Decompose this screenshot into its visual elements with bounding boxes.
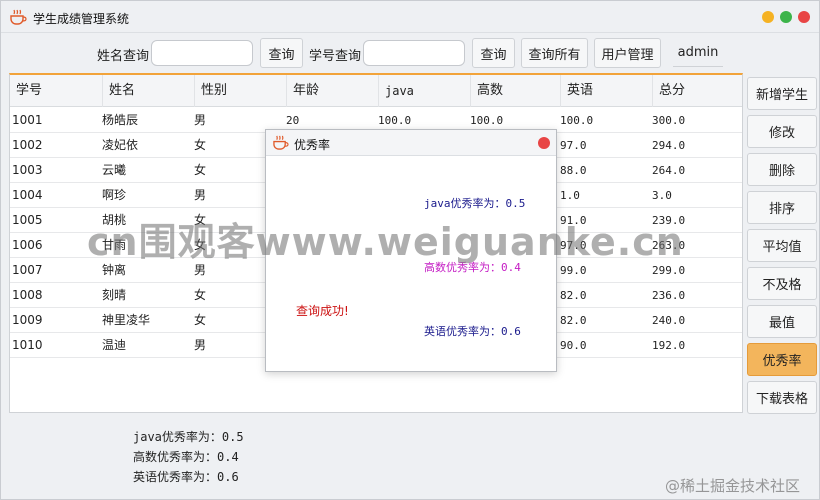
- id-query-input[interactable]: [363, 40, 465, 66]
- dialog-title: 优秀率: [294, 138, 331, 152]
- name-query-label: 姓名查询: [97, 49, 150, 64]
- minimize-button[interactable]: [762, 11, 774, 23]
- column-header-id[interactable]: 学号: [10, 75, 102, 107]
- cell-english: 97.0: [560, 139, 587, 152]
- column-header-total[interactable]: 总分: [652, 75, 742, 107]
- user-manage-button[interactable]: 用户管理: [594, 38, 661, 68]
- delete-button[interactable]: 删除: [747, 153, 817, 186]
- current-user-label: admin: [673, 39, 723, 67]
- column-header-gender[interactable]: 性别: [194, 75, 286, 107]
- status-text: 查询成功!: [296, 304, 349, 318]
- maximize-button[interactable]: [780, 11, 792, 23]
- dialog-title-bar: 优秀率: [266, 130, 556, 156]
- table-header: 学号 姓名 性别 年龄 java 高数 英语 总分: [10, 75, 742, 107]
- excellence-rate-button[interactable]: 优秀率: [747, 343, 817, 376]
- average-button[interactable]: 平均值: [747, 229, 817, 262]
- column-header-age[interactable]: 年龄: [286, 75, 378, 107]
- summary-english: 英语优秀率为：0.6: [133, 470, 239, 484]
- extremes-button[interactable]: 最值: [747, 305, 817, 338]
- sort-button[interactable]: 排序: [747, 191, 817, 224]
- cell-id: 1008: [12, 288, 43, 302]
- english-rate-label: 英语优秀率为：: [424, 325, 501, 338]
- cell-total: 3.0: [652, 189, 672, 202]
- add-student-button[interactable]: 新增学生: [747, 77, 817, 110]
- dialog-status-message: 查询成功!: [296, 302, 349, 319]
- cell-id: 1004: [12, 188, 43, 202]
- dialog-english-rate: 英语优秀率为：0.6: [424, 323, 521, 339]
- english-rate-value: 0.6: [501, 325, 521, 338]
- cell-id: 1001: [12, 113, 43, 127]
- cell-name: 凌妃依: [102, 138, 139, 152]
- summary-math: 高数优秀率为：0.4: [133, 450, 239, 464]
- cell-english: 82.0: [560, 314, 587, 327]
- java-rate-label: java优秀率为：: [424, 197, 506, 210]
- cell-id: 1002: [12, 138, 43, 152]
- cell-name: 云曦: [102, 163, 127, 177]
- cell-name: 温迪: [102, 338, 127, 352]
- cell-english: 82.0: [560, 289, 587, 302]
- cell-total: 264.0: [652, 164, 686, 177]
- watermark-text: cn围观客www.weiguanke.cn: [87, 220, 684, 264]
- edit-button[interactable]: 修改: [747, 115, 817, 148]
- name-query-input[interactable]: [151, 40, 253, 66]
- id-query-label: 学号查询: [309, 49, 362, 64]
- search-toolbar: 姓名查询 查询 学号查询 查询 查询所有 用户管理 admin: [1, 35, 819, 71]
- cell-name: 杨皓辰: [102, 113, 139, 127]
- coffee-cup-icon: [10, 9, 27, 25]
- summary-java: java优秀率为：0.5: [133, 430, 244, 444]
- download-table-button[interactable]: 下载表格: [747, 381, 817, 414]
- window-title: 学生成绩管理系统: [33, 12, 130, 26]
- cell-total: 294.0: [652, 139, 686, 152]
- column-header-java[interactable]: java: [378, 75, 470, 107]
- cell-id: 1003: [12, 163, 43, 177]
- corner-watermark: @稀土掘金技术社区: [665, 477, 801, 495]
- fail-list-button[interactable]: 不及格: [747, 267, 817, 300]
- cell-name: 啊珍: [102, 188, 127, 202]
- java-rate-value: 0.5: [505, 197, 526, 210]
- app-window: 学生成绩管理系统 姓名查询 查询 学号查询 查询 查询所有 用户管理 admin…: [0, 0, 820, 500]
- cell-total: 192.0: [652, 339, 686, 352]
- name-query-button[interactable]: 查询: [260, 38, 303, 68]
- title-bar: 学生成绩管理系统: [1, 1, 819, 33]
- cell-name: 神里凌华: [102, 313, 151, 327]
- query-all-button[interactable]: 查询所有: [521, 38, 588, 68]
- coffee-cup-icon: [273, 135, 289, 150]
- column-header-name[interactable]: 姓名: [102, 75, 194, 107]
- id-query-button[interactable]: 查询: [472, 38, 515, 68]
- result-summary: java优秀率为：0.5 高数优秀率为：0.4 英语优秀率为：0.6: [133, 427, 244, 487]
- column-header-english[interactable]: 英语: [560, 75, 652, 107]
- dialog-close-button[interactable]: [538, 137, 550, 149]
- dialog-java-rate: java优秀率为：0.5: [424, 195, 525, 211]
- column-header-math[interactable]: 高数: [470, 75, 560, 107]
- cell-english: 1.0: [560, 189, 580, 202]
- cell-english: 88.0: [560, 164, 587, 177]
- cell-name: 刻晴: [102, 288, 127, 302]
- cell-total: 236.0: [652, 289, 686, 302]
- cell-total: 240.0: [652, 314, 686, 327]
- cell-total: 300.0: [652, 114, 686, 127]
- cell-id: 1009: [12, 313, 43, 327]
- cell-id: 1010: [12, 338, 43, 352]
- cell-english: 100.0: [560, 114, 594, 127]
- cell-english: 90.0: [560, 339, 587, 352]
- close-button[interactable]: [798, 11, 810, 23]
